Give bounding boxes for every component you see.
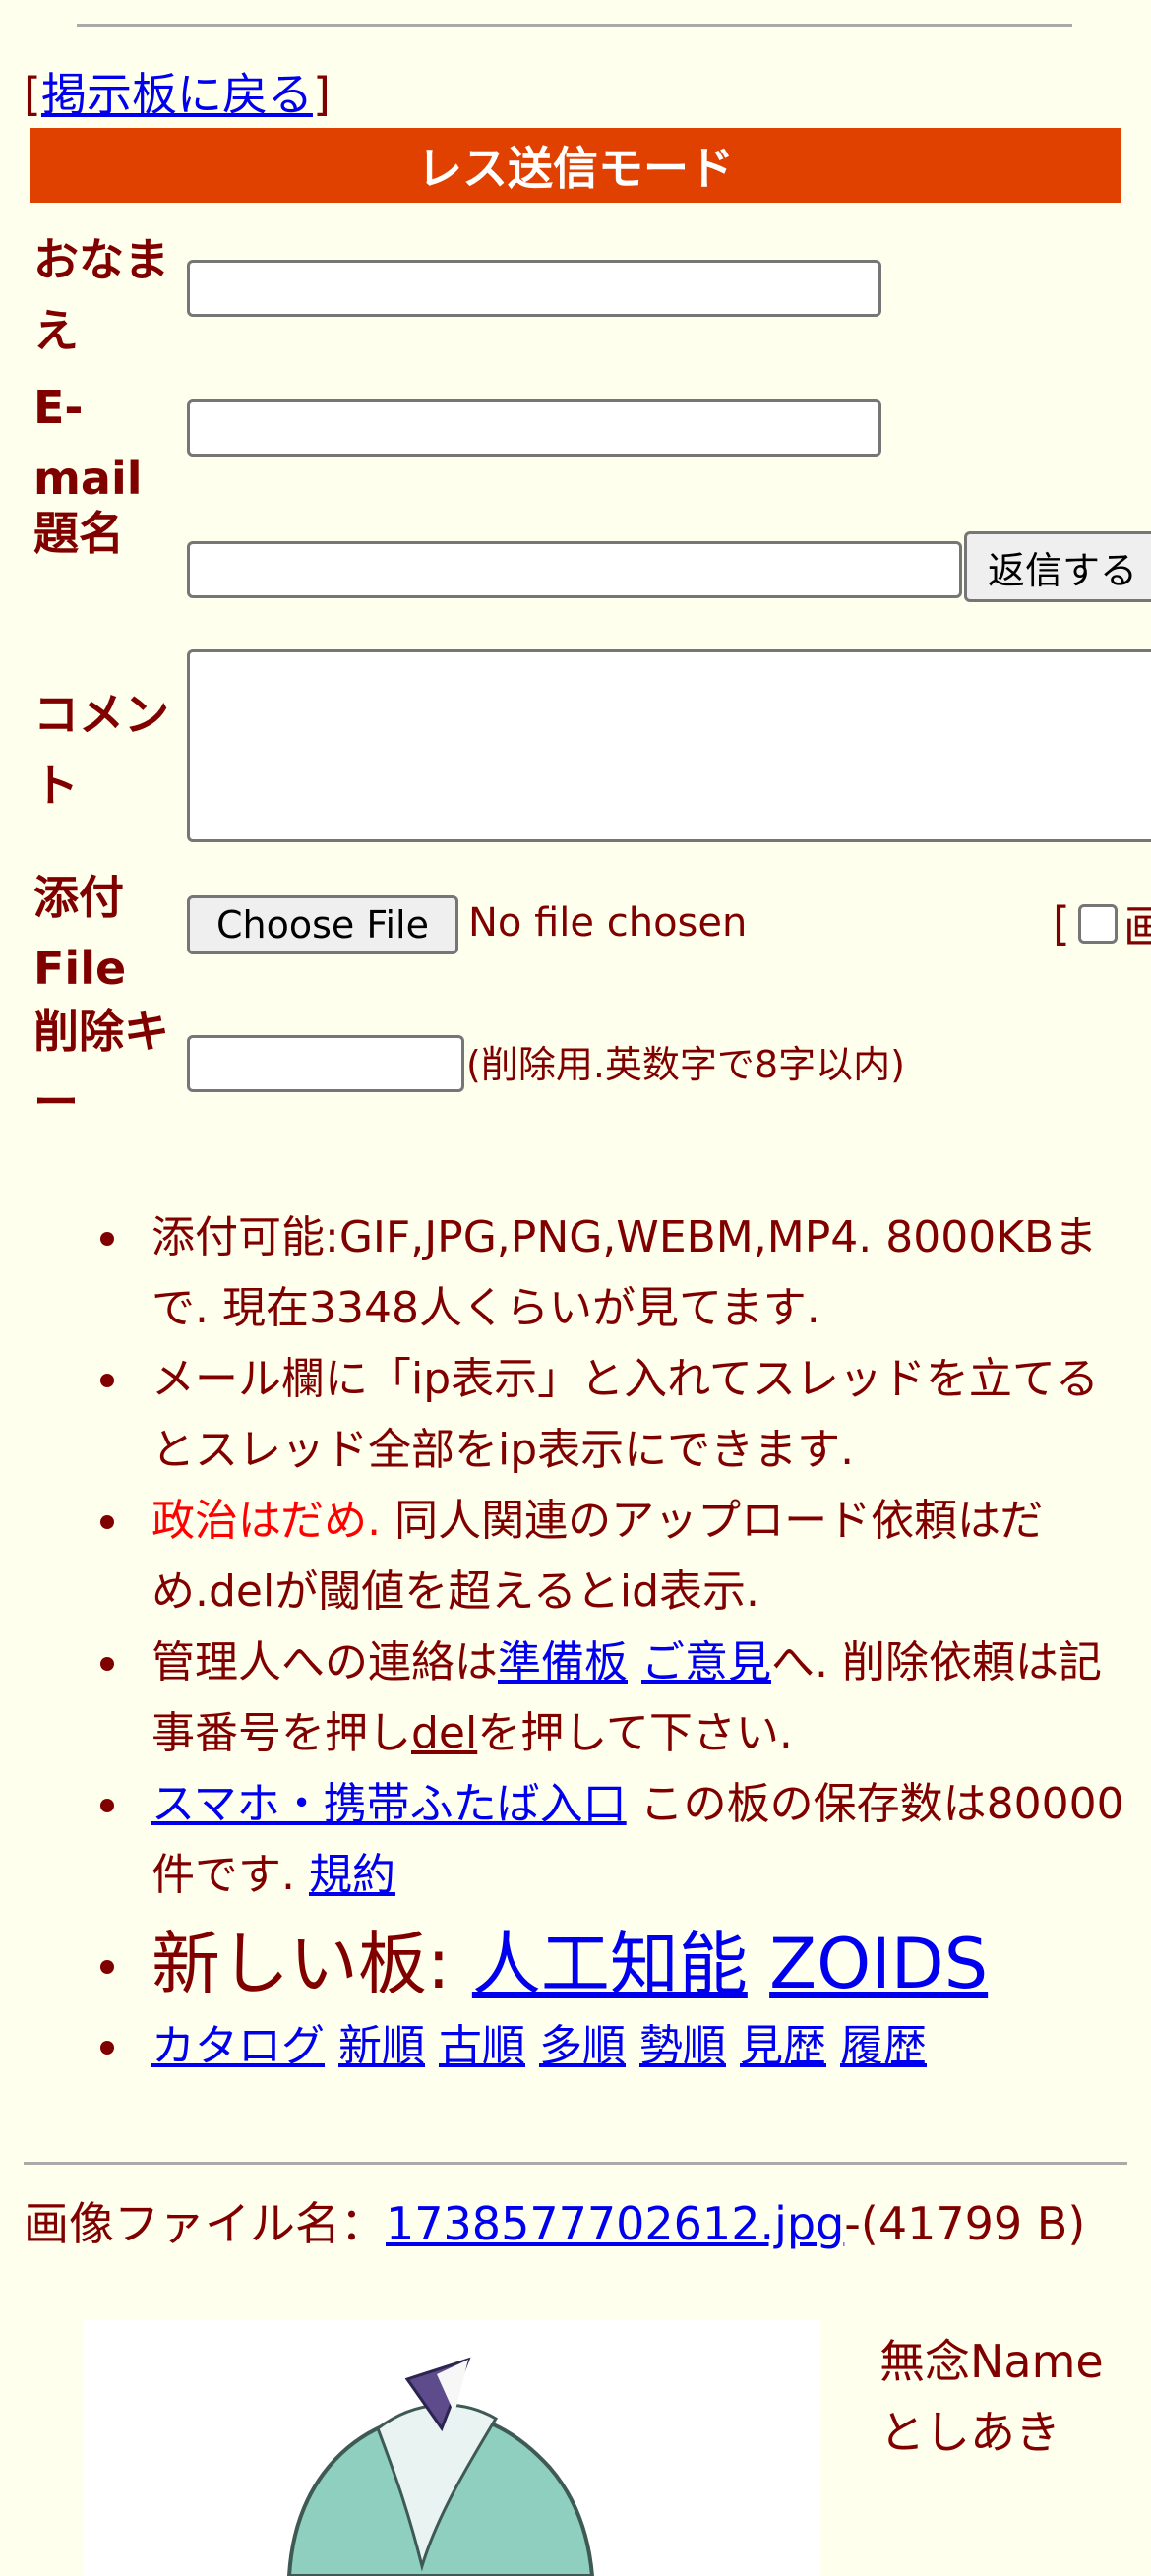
bracket-open: [ — [24, 68, 41, 121]
viewed-history-link[interactable]: 見歴 — [740, 2021, 826, 2071]
note-sort-links: カタログ 新順 古順 多順 勢順 見歴 履歴 — [94, 2011, 1137, 2082]
sort-momentum-link[interactable]: 勢順 — [639, 2021, 726, 2071]
del-link[interactable]: del — [411, 1708, 477, 1758]
post-subject: 無念 — [879, 2335, 970, 2388]
prep-board-link[interactable]: 準備板 — [498, 1637, 628, 1687]
note-new-boards: 新しい板: 人工知能 ZOIDS — [94, 1917, 1137, 2011]
image-file-info: 画像ファイル名：1738577702612.jpg-(41799 B) — [24, 2194, 1135, 2253]
top-divider — [77, 24, 1072, 27]
name-input[interactable] — [187, 260, 881, 317]
zoids-board-link[interactable]: ZOIDS — [769, 1924, 988, 2004]
post-name-word: Name — [970, 2335, 1104, 2388]
image-only-checkbox[interactable] — [1077, 904, 1118, 944]
choose-file-button[interactable]: Choose File — [187, 895, 458, 954]
note-mobile: スマホ・携帯ふたば入口 この板の保存数は80000件です. 規約 — [94, 1769, 1137, 1911]
sort-new-link[interactable]: 新順 — [338, 2021, 425, 2071]
feedback-link[interactable]: ご意見 — [641, 1637, 771, 1687]
ai-board-link[interactable]: 人工知能 — [472, 1924, 748, 2004]
image-only-bracket: [ — [1053, 897, 1070, 951]
image-file-size: -(41799 B) — [844, 2197, 1086, 2250]
note-contact: 管理人への連絡は準備板 ご意見へ. 削除依頼は記事番号を押しdelを押して下さい… — [94, 1627, 1137, 1769]
image-only-label: 画 — [1122, 900, 1151, 953]
board-notes: 添付可能:GIF,JPG,PNG,WEBM,MP4. 8000KBまで. 現在3… — [94, 1202, 1137, 2082]
image-file-label: 画像ファイル名： — [24, 2197, 386, 2250]
delete-key-input[interactable] — [187, 1035, 464, 1092]
sort-many-link[interactable]: 多順 — [539, 2021, 626, 2071]
note-attachments: 添付可能:GIF,JPG,PNG,WEBM,MP4. 8000KBまで. 現在3… — [94, 1202, 1137, 1344]
terms-link[interactable]: 規約 — [309, 1850, 395, 1900]
contact-text-3: を押して下さい. — [477, 1708, 793, 1758]
note-ip-display: メール欄に「ip表示」と入れてスレッドを立てるとスレッド全部をip表示にできます… — [94, 1344, 1137, 1486]
post-header: 無念Name としあき — [879, 2326, 1104, 2468]
subject-label: 題名 — [33, 507, 124, 560]
email-label: E-mail — [33, 381, 143, 505]
reply-mode-banner: レス送信モード — [30, 128, 1121, 203]
image-only-option: [ 画 — [1053, 891, 1151, 956]
image-file-link[interactable]: 1738577702612.jpg — [386, 2197, 844, 2250]
back-to-board-link[interactable]: 掲示板に戻る — [41, 68, 313, 121]
submit-reply-button[interactable]: 返信する — [964, 531, 1151, 602]
history-link[interactable]: 履歴 — [840, 2021, 927, 2071]
back-nav: [掲示板に戻る] — [24, 59, 331, 124]
comment-label: コメント — [33, 688, 169, 812]
name-label: おなまえ — [33, 233, 169, 357]
file-label: 添付File — [33, 871, 127, 995]
mobile-entrance-link[interactable]: スマホ・携帯ふたば入口 — [151, 1779, 627, 1829]
catalog-link[interactable]: カタログ — [151, 2021, 325, 2071]
file-status-text: No file chosen — [468, 900, 748, 946]
delete-key-label: 削除キー — [33, 1005, 169, 1129]
delete-key-note: (削除用.英数字で8字以内) — [466, 1043, 905, 1086]
post-author: としあき — [879, 2406, 1060, 2459]
post-thumbnail[interactable] — [83, 2320, 820, 2576]
new-boards-text: 新しい板: — [151, 1924, 472, 2004]
bracket-close: ] — [312, 68, 331, 121]
thread-divider — [24, 2162, 1127, 2165]
contact-text: 管理人への連絡は — [151, 1637, 498, 1687]
no-politics-warning: 政治はだめ. — [151, 1496, 382, 1546]
email-input[interactable] — [187, 399, 881, 457]
anime-character-image — [286, 2357, 595, 2576]
sort-old-link[interactable]: 古順 — [439, 2021, 525, 2071]
note-rules: 政治はだめ. 同人関連のアップロード依頼はだめ.delが閾値を超えるとid表示. — [94, 1486, 1137, 1627]
comment-textarea[interactable] — [187, 649, 1151, 842]
subject-input[interactable] — [187, 541, 962, 598]
